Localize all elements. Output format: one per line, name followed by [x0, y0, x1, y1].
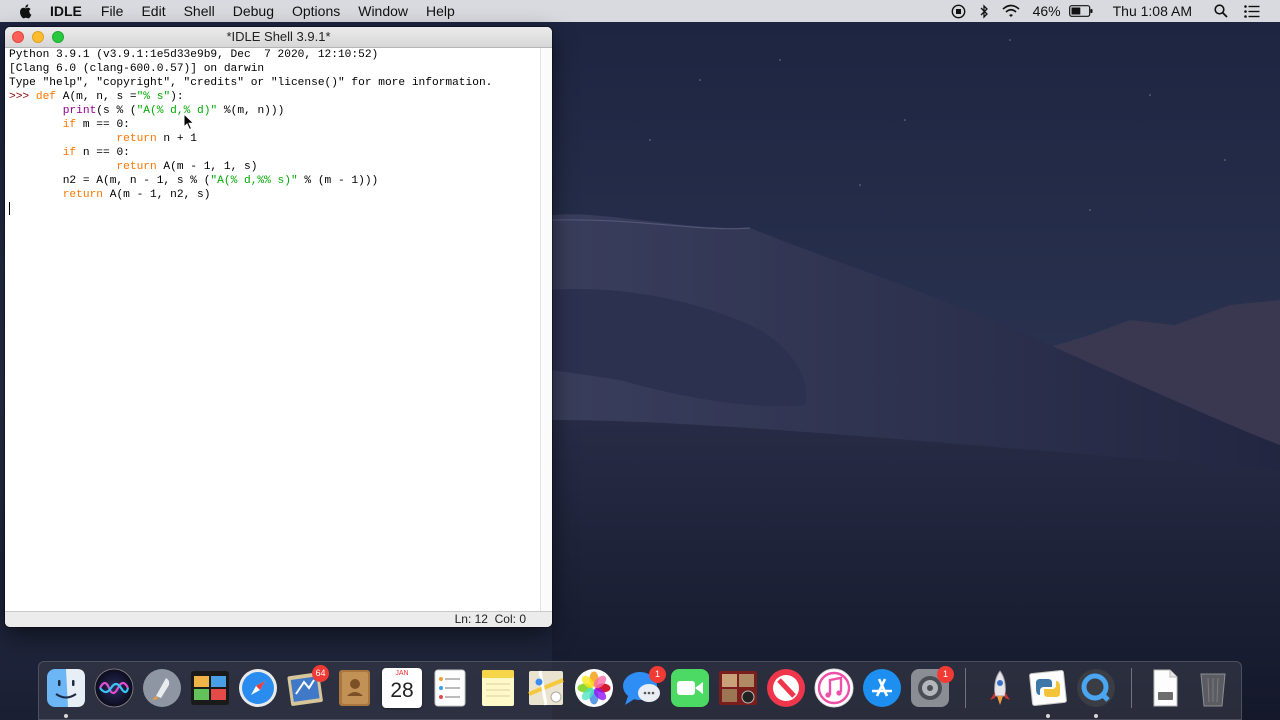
status-bar: Ln: 12 Col: 0 [5, 611, 552, 627]
python-launcher-icon[interactable] [1028, 668, 1068, 708]
vertical-scrollbar[interactable] [540, 48, 552, 612]
calendar-month: JAN [395, 670, 409, 677]
menu-window[interactable]: Window [358, 0, 408, 22]
messages-badge: 1 [649, 666, 666, 683]
finder-running-dot [64, 714, 68, 718]
photo-booth-icon[interactable] [718, 668, 758, 708]
finder-icon[interactable] [46, 668, 86, 708]
code-line-return-a: return A(m - 1, 1, s) [116, 161, 258, 173]
code-line-print: print(s % ("A(% d,% d)" %(m, n))) [62, 105, 285, 117]
menu-help[interactable]: Help [426, 0, 455, 22]
banner-line-1: Python 3.9.1 (v3.9.1:1e5d33e9b9, Dec 7 2… [9, 49, 379, 61]
menu-debug[interactable]: Debug [233, 0, 274, 22]
spotlight-search-icon[interactable] [1214, 4, 1228, 18]
battery-icon[interactable] [1068, 5, 1093, 17]
reminders-icon[interactable] [430, 668, 470, 708]
bluetooth-icon[interactable] [979, 3, 989, 19]
code-line-return-n: return n + 1 [116, 133, 198, 145]
photos-icon[interactable] [574, 668, 614, 708]
app-store-icon[interactable] [862, 668, 902, 708]
code-line-if-n: if n == 0: [62, 147, 130, 159]
menu-shell[interactable]: Shell [184, 0, 215, 22]
music-icon[interactable] [814, 668, 854, 708]
menu-edit[interactable]: Edit [141, 0, 165, 22]
calendar-day: 28 [390, 679, 414, 702]
window-titlebar[interactable]: *IDLE Shell 3.9.1* [5, 27, 552, 48]
photo-booth-icon[interactable] [190, 668, 230, 708]
line-column-indicator: Ln: 12 Col: 0 [454, 612, 526, 626]
code-line-n2: n2 = A(m, n - 1, s % ("A(% d,%% s)" % (m… [9, 175, 379, 187]
launchpad-icon[interactable] [142, 668, 182, 708]
mail-badge: 64 [312, 665, 329, 682]
facetime-icon[interactable] [670, 668, 710, 708]
system-preferences-badge: 1 [937, 666, 954, 683]
apple-menu-icon[interactable] [18, 3, 34, 19]
zoom-window-button[interactable] [52, 31, 64, 43]
safari-icon[interactable] [238, 668, 278, 708]
code-line-if-m: if m == 0: [62, 119, 130, 131]
notification-center-icon[interactable] [1244, 4, 1260, 18]
news-icon[interactable] [766, 668, 806, 708]
dock-separator [1131, 668, 1132, 708]
notes-icon[interactable] [478, 668, 518, 708]
maps-icon[interactable] [526, 668, 566, 708]
dock-separator [965, 668, 966, 708]
screen-record-icon[interactable] [951, 4, 966, 19]
quicktime-running-dot [1094, 714, 1098, 718]
idle-shell-window: *IDLE Shell 3.9.1* Python 3.9.1 (v3.9.1:… [5, 27, 552, 627]
document-icon[interactable] [1145, 668, 1185, 708]
calendar-icon[interactable]: JAN 28 [382, 668, 422, 708]
menu-file[interactable]: File [101, 0, 124, 22]
text-cursor-line [9, 202, 540, 216]
close-window-button[interactable] [12, 31, 24, 43]
code-line-return-final: return A(m - 1, n2, s) [62, 189, 211, 201]
contacts-icon[interactable] [334, 668, 374, 708]
trash-icon[interactable] [1193, 668, 1233, 708]
menubar-clock[interactable]: Thu 1:08 AM [1113, 3, 1192, 19]
wifi-icon[interactable] [1002, 4, 1020, 18]
app-menu-idle[interactable]: IDLE [50, 0, 82, 22]
mouse-pointer-icon [183, 113, 195, 131]
battery-percent: 46% [1032, 3, 1061, 19]
rocket-icon[interactable] [980, 668, 1020, 708]
minimize-window-button[interactable] [32, 31, 44, 43]
menu-options[interactable]: Options [292, 0, 340, 22]
code-line-def: >>> def A(m, n, s ="% s"): [9, 91, 184, 103]
menu-bar: IDLE File Edit Shell Debug Options Windo… [0, 0, 1280, 22]
shell-text-area[interactable]: Python 3.9.1 (v3.9.1:1e5d33e9b9, Dec 7 2… [5, 48, 540, 612]
shell-prompt: >>> [9, 91, 36, 103]
banner-line-3: Type "help", "copyright", "credits" or "… [9, 77, 493, 89]
python-launcher-running-dot [1046, 714, 1050, 718]
quicktime-icon[interactable] [1076, 668, 1116, 708]
siri-icon[interactable] [94, 668, 134, 708]
text-caret [9, 202, 10, 215]
window-title: *IDLE Shell 3.9.1* [226, 29, 331, 44]
banner-line-2: [Clang 6.0 (clang-600.0.57)] on darwin [9, 63, 265, 75]
